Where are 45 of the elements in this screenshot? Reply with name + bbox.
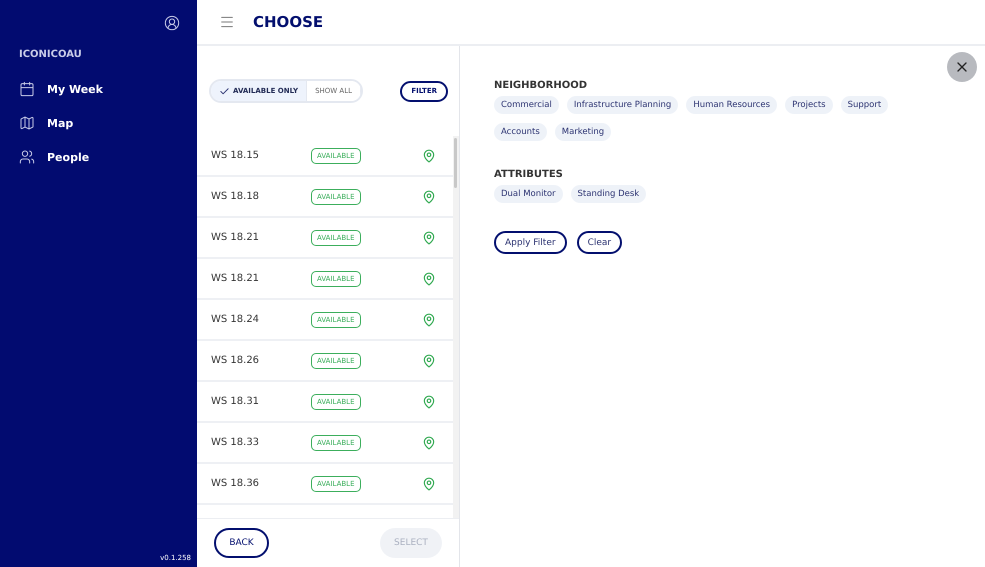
section-title: ATTRIBUTES	[494, 169, 564, 180]
page-title: CHOOSE	[253, 13, 324, 31]
location-pin-icon[interactable]	[422, 312, 436, 326]
back-button[interactable]: BACK	[214, 528, 269, 558]
desk-name: WS 18.31	[211, 396, 260, 407]
location-pin-icon[interactable]	[422, 148, 436, 162]
desk-name: WS 18.21	[211, 273, 260, 284]
desk-name: WS 18.21	[211, 232, 260, 243]
people-icon	[19, 149, 35, 165]
desk-name: WS 18.24	[211, 314, 260, 325]
filter-action-button[interactable]: Clear	[576, 231, 622, 254]
user-icon[interactable]	[164, 14, 180, 30]
filter-action-button[interactable]: Apply Filter	[494, 231, 567, 254]
filter-chip[interactable]: Human Resources	[686, 96, 778, 114]
location-pin-icon[interactable]	[422, 354, 436, 368]
nav-item[interactable]: Map	[47, 116, 74, 130]
section-title: NEIGHBORHOOD	[494, 80, 588, 91]
nav-item[interactable]: My Week	[47, 82, 103, 96]
filter-chip[interactable]: Marketing	[554, 123, 612, 141]
location-pin-icon[interactable]	[422, 394, 436, 408]
check-icon	[219, 86, 230, 96]
desk-name: WS 18.26	[211, 355, 260, 366]
calendar-icon	[19, 81, 35, 97]
location-pin-icon[interactable]	[422, 272, 436, 286]
map-icon	[19, 115, 35, 131]
filter-chip[interactable]: Commercial	[494, 96, 559, 114]
scrollbar[interactable]	[453, 136, 459, 518]
desk-name: WS 18.15	[211, 150, 260, 161]
filter-chip[interactable]: Infrastructure Planning	[566, 96, 678, 114]
brand-label: ICONICOAU	[18, 48, 83, 62]
filter-chip[interactable]: Projects	[785, 96, 833, 114]
desk-name: WS 18.36	[211, 478, 260, 489]
location-pin-icon[interactable]	[422, 190, 436, 204]
location-pin-icon[interactable]	[422, 436, 436, 450]
filter-chip[interactable]: Standing Desk	[570, 185, 646, 203]
desk-name: WS 18.33	[211, 437, 260, 448]
nav-item[interactable]: People	[47, 150, 90, 164]
filter-chip[interactable]: Dual Monitor	[494, 185, 563, 203]
filter-chip[interactable]: Support	[840, 96, 888, 114]
menu-icon[interactable]	[219, 14, 235, 30]
location-pin-icon[interactable]	[422, 476, 436, 490]
location-pin-icon[interactable]	[422, 230, 436, 244]
close-button[interactable]	[947, 52, 977, 82]
filter-chip[interactable]: Accounts	[494, 123, 547, 141]
desk-name: WS 18.18	[211, 191, 260, 202]
